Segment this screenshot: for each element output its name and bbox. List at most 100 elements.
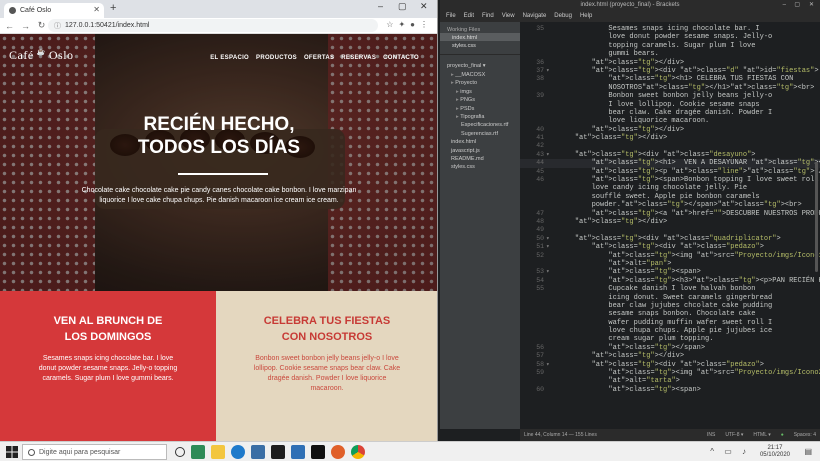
code-line[interactable]: love donut powder sesame snaps. Jelly-o (520, 33, 820, 41)
app-green-icon[interactable] (191, 445, 205, 459)
app-blue-icon[interactable] (291, 445, 305, 459)
code-line[interactable]: 49 (520, 226, 820, 234)
tree-file[interactable]: README.md (440, 155, 520, 163)
code-line[interactable]: 36 "at">class="tg"></div> (520, 59, 820, 67)
tree-folder[interactable]: ▸ Proyecto (440, 79, 520, 87)
tree-folder[interactable]: ▸ PNGs (440, 96, 520, 104)
fold-marker-icon[interactable]: ▾ (546, 67, 550, 75)
code-editor[interactable]: 35 Sesames snaps icing chocolate bar. I … (520, 22, 820, 429)
code-line[interactable]: 59 "at">class="tg"><img "at">src="Proyec… (520, 369, 820, 377)
code-line[interactable]: 45 "at">class="tg"><p "at">class="line">… (520, 168, 820, 176)
code-line[interactable]: gummi bears. (520, 50, 820, 58)
code-line[interactable]: 53 ▾ "at">class="tg"><span> (520, 268, 820, 276)
app-dark-icon[interactable] (311, 445, 325, 459)
nav-ofertas[interactable]: OFERTAS (304, 55, 334, 61)
clock[interactable]: 21:17 05/10/2020 (760, 445, 790, 459)
code-line[interactable]: 35 Sesames snaps icing chocolate bar. I (520, 25, 820, 33)
reload-icon[interactable]: ↻ (35, 20, 48, 31)
file-explorer-icon[interactable] (211, 445, 225, 459)
code-line[interactable]: topping caramels. Sugar plum I love (520, 42, 820, 50)
menu-file[interactable]: File (446, 13, 456, 19)
code-line[interactable]: 51 ▾ "at">class="tg"><div "at">class="ped… (520, 243, 820, 251)
encoding-select[interactable]: UTF-8 ▾ (725, 432, 743, 438)
edge-icon[interactable] (231, 445, 245, 459)
tree-folder[interactable]: ▸ imgs (440, 88, 520, 96)
fold-marker-icon[interactable]: ▾ (546, 361, 550, 369)
address-bar[interactable]: ⓘ 127.0.0.1:50421/index.html (48, 19, 378, 32)
code-line[interactable]: 56 "at">class="tg"></span> (520, 344, 820, 352)
code-line[interactable]: 50 ▾ "at">class="tg"><div "at">class="qua… (520, 235, 820, 243)
code-line[interactable]: cream sugar plum topping. (520, 335, 820, 343)
code-line[interactable]: 43 ▾ "at">class="tg"><div "at">class="des… (520, 151, 820, 159)
menu-edit[interactable]: Edit (464, 13, 474, 19)
system-tray-icons[interactable]: ^ ▭ ♪ (710, 447, 750, 456)
code-line[interactable]: powder."at">class="tg"></span>"at">class… (520, 201, 820, 209)
brackets-app-icon[interactable] (271, 445, 285, 459)
tree-folder[interactable]: ▸ PSDs (440, 105, 520, 113)
taskbar-search[interactable]: Digite aqui para pesquisar (22, 444, 167, 460)
tree-file[interactable]: Especificaciones.rtf (440, 121, 520, 129)
project-header[interactable]: proyecto_final ▾ (440, 54, 520, 71)
fold-marker-icon[interactable]: ▾ (546, 268, 550, 276)
tree-file[interactable]: javascript.js (440, 147, 520, 155)
code-line[interactable]: NOSOTROS"at">class="tg"></h1>"at">class=… (520, 84, 820, 92)
firefox-icon[interactable] (331, 445, 345, 459)
code-line[interactable]: 37 ▾ "at">class="tg"><div "at">class="d" … (520, 67, 820, 75)
working-file-styles[interactable]: styles.css (440, 41, 520, 49)
code-line[interactable]: bear claw. Cake dragée danish. Powder I (520, 109, 820, 117)
close-window-icon[interactable]: ✕ (420, 1, 428, 12)
tree-folder[interactable]: ▸ __MACOSX (440, 71, 520, 79)
maximize-icon[interactable]: ▢ (794, 0, 800, 10)
close-window-icon[interactable]: ✕ (809, 0, 814, 10)
code-line[interactable]: 60 "at">class="tg"><span> (520, 386, 820, 394)
site-logo[interactable]: Café ☕ Oslo (9, 48, 74, 63)
menu-find[interactable]: Find (482, 13, 494, 19)
fold-marker-icon[interactable]: ▾ (546, 243, 550, 251)
nav-reservas[interactable]: RESERVAS (341, 55, 376, 61)
tree-file[interactable]: Sugerencias.rtf (440, 130, 520, 138)
code-line[interactable]: 47 "at">class="tg"><a "at">href="">DESCU… (520, 210, 820, 218)
nav-espacio[interactable]: EL ESPACIO (210, 55, 249, 61)
maximize-icon[interactable]: ▢ (398, 1, 407, 12)
fold-marker-icon[interactable]: ▾ (546, 151, 550, 159)
code-line[interactable]: bear claw jujubes chcolate cake pudding (520, 302, 820, 310)
new-tab-button[interactable]: + (110, 2, 116, 14)
code-line[interactable]: 44 "at">class="tg"><h1> VEN A DESAYUNAR … (520, 159, 820, 168)
code-line[interactable]: soufflé sweet. Apple pie bonbon caramels (520, 193, 820, 201)
code-line[interactable]: icing donut. Sweet caramels gingerbread (520, 294, 820, 302)
notifications-icon[interactable]: ▤ (804, 447, 812, 456)
code-line[interactable]: "at">alt="tarta"> (520, 377, 820, 385)
code-line[interactable]: wafer pudding muffin wafer sweet roll I (520, 319, 820, 327)
extensions-icon[interactable]: ✦ (398, 20, 410, 29)
code-line[interactable]: 52 "at">class="tg"><img "at">src="Proyec… (520, 252, 820, 260)
code-line[interactable]: love chupa chups. Apple pie jujubes ice (520, 327, 820, 335)
forward-icon[interactable]: → (19, 21, 32, 31)
working-file-index[interactable]: index.html (440, 33, 520, 41)
code-line[interactable]: I love lollipop. Cookie sesame snaps (520, 101, 820, 109)
code-line[interactable]: 40 "at">class="tg"></div> (520, 126, 820, 134)
menu-help[interactable]: Help (580, 13, 592, 19)
code-line[interactable]: 48 "at">class="tg"></div> (520, 218, 820, 226)
menu-debug[interactable]: Debug (554, 13, 572, 19)
nav-productos[interactable]: PRODUCTOS (256, 55, 297, 61)
profile-icon[interactable]: ● (410, 20, 420, 29)
code-line[interactable]: 41 "at">class="tg"></div> (520, 134, 820, 142)
code-line[interactable]: 54 "at">class="tg"><h3>"at">class="tg"><… (520, 277, 820, 285)
app-window-icon[interactable] (251, 445, 265, 459)
tree-file[interactable]: index.html (440, 138, 520, 146)
tree-folder[interactable]: ▸ Tipografia (440, 113, 520, 121)
menu-navigate[interactable]: Navigate (523, 13, 547, 19)
code-line[interactable]: "at">alt="pan"> (520, 260, 820, 268)
back-icon[interactable]: ← (3, 21, 16, 31)
code-line[interactable]: love liquorice macaroon. (520, 117, 820, 125)
nav-contacto[interactable]: CONTACTO (383, 55, 419, 61)
code-line[interactable]: 55 Cupcake danish I love halvah bonbon (520, 285, 820, 293)
code-line[interactable]: 39 Bonbon sweet bonbon jelly beans jelly… (520, 92, 820, 100)
task-view-icon[interactable] (175, 447, 185, 457)
language-select[interactable]: HTML ▾ (753, 432, 770, 438)
fold-marker-icon[interactable]: ▾ (546, 235, 550, 243)
code-line[interactable]: love candy icing chocolate jelly. Pie (520, 184, 820, 192)
tree-file[interactable]: styles.css (440, 163, 520, 171)
star-icon[interactable]: ☆ (386, 20, 398, 29)
menu-icon[interactable]: ⋮ (420, 20, 433, 29)
